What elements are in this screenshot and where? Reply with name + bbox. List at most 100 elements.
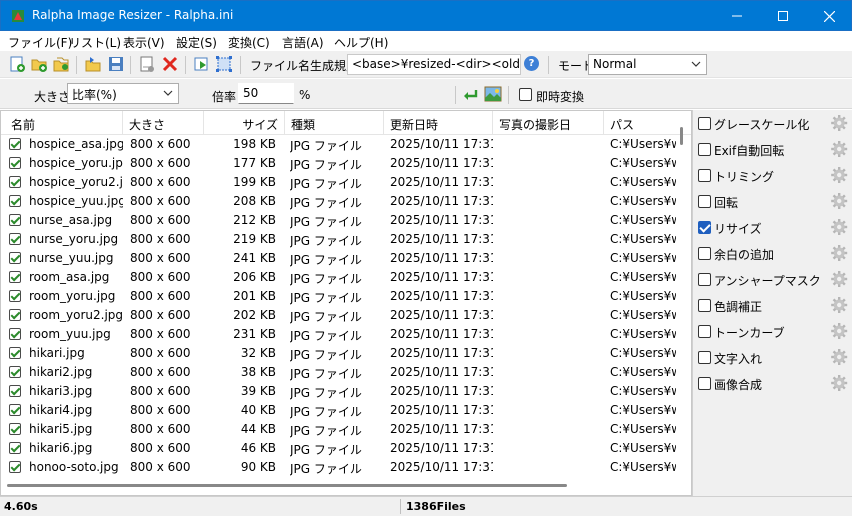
open-folder-icon[interactable] bbox=[84, 55, 102, 73]
effect-checkbox[interactable] bbox=[698, 195, 711, 208]
gear-icon[interactable] bbox=[830, 296, 848, 314]
effect-checkbox[interactable] bbox=[698, 117, 711, 130]
close-button[interactable] bbox=[806, 1, 852, 31]
row-checkbox[interactable] bbox=[9, 157, 21, 169]
instant-convert-checkbox[interactable] bbox=[519, 88, 532, 101]
select-area-icon[interactable] bbox=[215, 55, 233, 73]
gear-icon[interactable] bbox=[830, 218, 848, 236]
table-row[interactable]: nurse_yoru.jpg 800 x 600 219 KB JPG ファイル 202… bbox=[1, 230, 681, 249]
ratio-input[interactable]: 50 bbox=[238, 83, 294, 104]
column-name[interactable]: 名前 bbox=[5, 111, 123, 135]
row-checkbox[interactable] bbox=[9, 328, 21, 340]
row-checkbox[interactable] bbox=[9, 233, 21, 245]
table-row[interactable]: nurse_yuu.jpg 800 x 600 241 KB JPG ファイル 2025… bbox=[1, 249, 681, 268]
row-checkbox[interactable] bbox=[9, 366, 21, 378]
cell-type: JPG ファイル bbox=[290, 272, 362, 286]
table-row[interactable]: hikari5.jpg 800 x 600 44 KB JPG ファイル 2025/10… bbox=[1, 420, 681, 439]
preview-image-icon[interactable] bbox=[484, 86, 502, 102]
menu-convert[interactable]: 変換(C) bbox=[228, 34, 270, 51]
row-checkbox[interactable] bbox=[9, 214, 21, 226]
table-row[interactable]: room_yuu.jpg 800 x 600 231 KB JPG ファイル 2025/… bbox=[1, 325, 681, 344]
row-checkbox[interactable] bbox=[9, 271, 21, 283]
cell-filesize: 231 KB bbox=[233, 327, 276, 341]
table-row[interactable]: room_asa.jpg 800 x 600 206 KB JPG ファイル 2025/… bbox=[1, 268, 681, 287]
row-checkbox[interactable] bbox=[9, 290, 21, 302]
cell-modified: 2025/10/11 17:31 bbox=[390, 327, 493, 341]
table-row[interactable]: hospice_yoru.jpg 800 x 600 177 KB JPG ファイル 2… bbox=[1, 154, 681, 173]
table-row[interactable]: hikari.jpg 800 x 600 32 KB JPG ファイル 2025/10/… bbox=[1, 344, 681, 363]
gear-icon[interactable] bbox=[830, 192, 848, 210]
row-checkbox[interactable] bbox=[9, 176, 21, 188]
effect-checkbox[interactable] bbox=[698, 143, 711, 156]
gear-icon[interactable] bbox=[830, 374, 848, 392]
save-list-icon[interactable] bbox=[107, 55, 125, 73]
cell-dimensions: 800 x 600 bbox=[130, 422, 191, 436]
table-row[interactable]: hikari2.jpg 800 x 600 38 KB JPG ファイル 2025/10… bbox=[1, 363, 681, 382]
menu-file[interactable]: ファイル(F) bbox=[8, 34, 72, 51]
effect-checkbox[interactable] bbox=[698, 273, 711, 286]
effect-checkbox[interactable] bbox=[698, 247, 711, 260]
undo-icon[interactable] bbox=[462, 86, 480, 102]
add-folder-tree-icon[interactable] bbox=[52, 55, 70, 73]
delete-icon[interactable] bbox=[161, 55, 179, 73]
row-checkbox[interactable] bbox=[9, 347, 21, 359]
menu-help[interactable]: ヘルプ(H) bbox=[334, 34, 388, 51]
column-filesize[interactable]: サイズ bbox=[204, 111, 285, 135]
row-checkbox[interactable] bbox=[9, 385, 21, 397]
table-row[interactable]: hikari6.jpg 800 x 600 46 KB JPG ファイル 2025/10… bbox=[1, 439, 681, 458]
row-checkbox[interactable] bbox=[9, 309, 21, 321]
row-checkbox[interactable] bbox=[9, 404, 21, 416]
gear-icon[interactable] bbox=[830, 166, 848, 184]
add-file-icon[interactable] bbox=[8, 55, 26, 73]
table-row[interactable]: nurse_asa.jpg 800 x 600 212 KB JPG ファイル 2025… bbox=[1, 211, 681, 230]
size-mode-select[interactable]: 比率(%) bbox=[67, 83, 179, 104]
menu-settings[interactable]: 設定(S) bbox=[176, 34, 217, 51]
effect-checkbox[interactable] bbox=[698, 377, 711, 390]
column-path[interactable]: パス bbox=[604, 111, 684, 135]
table-row[interactable]: room_yoru2.jpg 800 x 600 202 KB JPG ファイル 202… bbox=[1, 306, 681, 325]
convert-icon[interactable] bbox=[193, 55, 211, 73]
table-row[interactable]: hospice_asa.jpg 800 x 600 198 KB JPG ファイル 20… bbox=[1, 135, 681, 154]
cell-modified: 2025/10/11 17:31 bbox=[390, 422, 493, 436]
remove-file-icon[interactable] bbox=[138, 55, 156, 73]
column-modified[interactable]: 更新日時 bbox=[384, 111, 493, 135]
help-icon[interactable]: ? bbox=[524, 56, 539, 71]
row-checkbox[interactable] bbox=[9, 423, 21, 435]
gear-icon[interactable] bbox=[830, 140, 848, 158]
table-row[interactable]: hospice_yuu.jpg 800 x 600 208 KB JPG ファイル 20… bbox=[1, 192, 681, 211]
row-checkbox[interactable] bbox=[9, 442, 21, 454]
table-row[interactable]: hikari3.jpg 800 x 600 39 KB JPG ファイル 2025/10… bbox=[1, 382, 681, 401]
column-taken[interactable]: 写真の撮影日 bbox=[493, 111, 604, 135]
row-checkbox[interactable] bbox=[9, 195, 21, 207]
file-list[interactable]: 名前 大きさ サイズ 種類 更新日時 写真の撮影日 パス hospice_asa… bbox=[0, 110, 692, 496]
effect-checkbox[interactable] bbox=[698, 169, 711, 182]
effect-checkbox[interactable] bbox=[698, 299, 711, 312]
gear-icon[interactable] bbox=[830, 322, 848, 340]
column-dimensions[interactable]: 大きさ bbox=[123, 111, 204, 135]
menu-list[interactable]: リスト(L) bbox=[69, 34, 121, 51]
table-row[interactable]: honoo-soto.jpg 800 x 600 90 KB JPG ファイル 2025… bbox=[1, 458, 681, 477]
gear-icon[interactable] bbox=[830, 114, 848, 132]
effect-checkbox[interactable] bbox=[698, 351, 711, 364]
gear-icon[interactable] bbox=[830, 244, 848, 262]
mode-select[interactable]: Normal bbox=[588, 54, 707, 75]
row-checkbox[interactable] bbox=[9, 461, 21, 473]
filename-rule-input[interactable]: <base>¥resized-<dir><old> bbox=[347, 54, 521, 75]
effect-checkbox[interactable] bbox=[698, 325, 711, 338]
cell-name: room_yoru2.jpg bbox=[29, 308, 123, 322]
table-row[interactable]: room_yoru.jpg 800 x 600 201 KB JPG ファイル 2025… bbox=[1, 287, 681, 306]
maximize-button[interactable] bbox=[760, 1, 806, 31]
horizontal-scrollbar[interactable] bbox=[7, 484, 567, 487]
minimize-button[interactable] bbox=[714, 1, 760, 31]
column-type[interactable]: 種類 bbox=[285, 111, 384, 135]
effect-checkbox[interactable] bbox=[698, 221, 711, 234]
gear-icon[interactable] bbox=[830, 270, 848, 288]
row-checkbox[interactable] bbox=[9, 138, 21, 150]
gear-icon[interactable] bbox=[830, 348, 848, 366]
row-checkbox[interactable] bbox=[9, 252, 21, 264]
menu-view[interactable]: 表示(V) bbox=[123, 34, 165, 51]
menu-language[interactable]: 言語(A) bbox=[282, 34, 324, 51]
add-folder-icon[interactable] bbox=[30, 55, 48, 73]
table-row[interactable]: hospice_yoru2.j... 800 x 600 199 KB JPG ファイ… bbox=[1, 173, 681, 192]
table-row[interactable]: hikari4.jpg 800 x 600 40 KB JPG ファイル 2025/10… bbox=[1, 401, 681, 420]
